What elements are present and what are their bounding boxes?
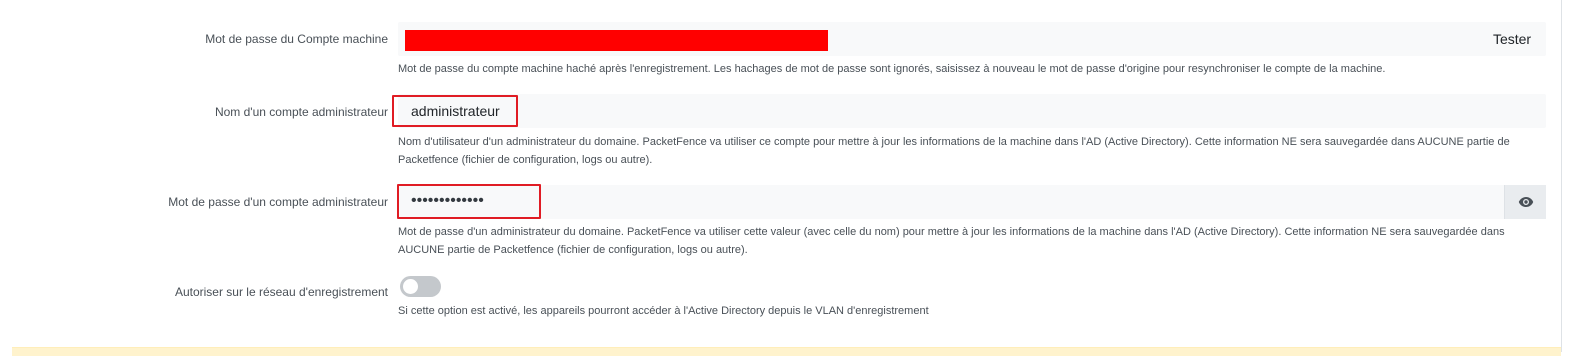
- admin-username-highlight: [392, 95, 518, 127]
- admin-password-highlight: [397, 184, 541, 219]
- registration-network-toggle[interactable]: [400, 276, 441, 297]
- registration-network-help: Si cette option est activé, les appareil…: [398, 305, 929, 317]
- show-password-button[interactable]: [1504, 185, 1546, 219]
- admin-username-help: Nom d'utilisateur d'un administrateur du…: [398, 136, 1510, 166]
- panel-right-border: [1561, 0, 1562, 352]
- admin-password-label: Mot de passe d'un compte administrateur: [168, 195, 388, 209]
- admin-password-help: Mot de passe d'un administrateur du doma…: [398, 226, 1505, 256]
- test-button[interactable]: Tester: [1482, 28, 1542, 50]
- machine-password-label: Mot de passe du Compte machine: [205, 32, 388, 46]
- registration-network-label: Autoriser sur le réseau d'enregistrement: [174, 285, 388, 299]
- admin-password-field[interactable]: [398, 185, 1546, 219]
- toggle-knob: [403, 279, 418, 294]
- admin-username-label: Nom d'un compte administrateur: [214, 105, 388, 119]
- eye-icon: [1518, 197, 1534, 207]
- admin-username-field[interactable]: [398, 94, 1546, 128]
- machine-password-help: Mot de passe du compte machine haché apr…: [398, 63, 1386, 75]
- redacted-machine-password: [405, 30, 828, 51]
